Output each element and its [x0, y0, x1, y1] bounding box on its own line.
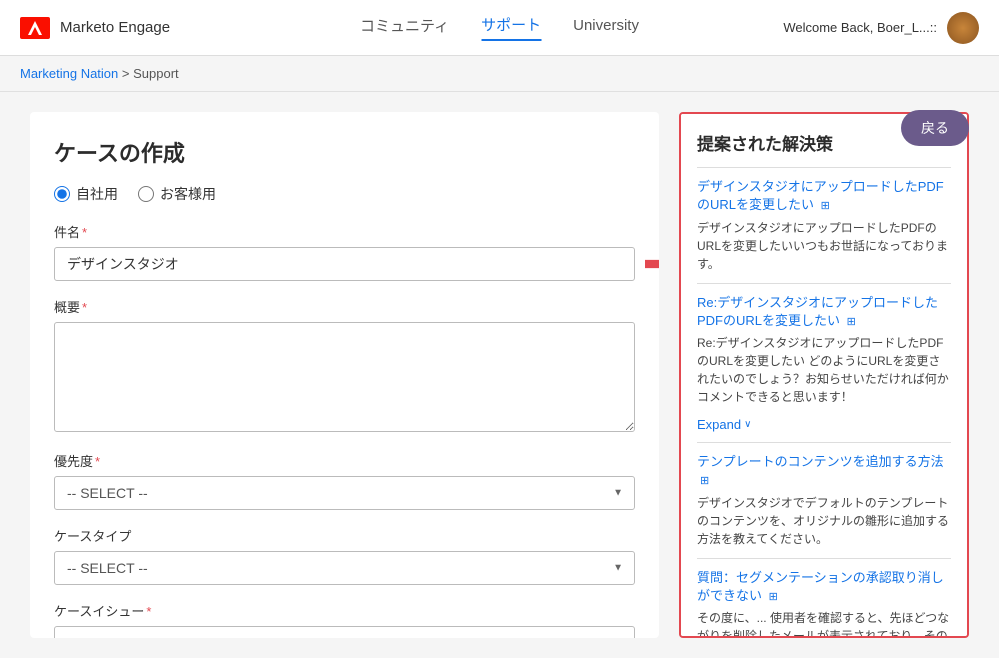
case-type-field: ケースタイプ -- SELECT -- [54, 526, 635, 585]
subject-field: 件名* [54, 222, 635, 281]
radio-self[interactable]: 自社用 [54, 184, 118, 204]
subject-input-wrapper [54, 247, 635, 281]
breadcrumb-home[interactable]: Marketing Nation [20, 66, 118, 81]
adobe-logo-icon [20, 17, 50, 39]
suggestion-item-2: Re:デザインスタジオにアップロードしたPDFのURLを変更したい ⊞ Re:デ… [697, 294, 951, 407]
case-type-select-wrapper: -- SELECT -- [54, 551, 635, 585]
header-right: Welcome Back, Boer_L...:: [783, 12, 979, 44]
breadcrumb: Marketing Nation > Support [0, 56, 999, 92]
brand-name: Marketo Engage [60, 19, 170, 36]
welcome-text: Welcome Back, Boer_L...:: [783, 20, 937, 35]
suggestions-divider-4 [697, 558, 951, 559]
nav-community[interactable]: コミュニティ [360, 15, 449, 40]
summary-field: 概要* [54, 297, 635, 435]
summary-label: 概要* [54, 297, 635, 316]
radio-customer-input[interactable] [138, 186, 154, 202]
radio-self-label: 自社用 [76, 184, 118, 204]
expand-link[interactable]: Expand ∨ [697, 417, 751, 432]
suggestion-icon-4: ⊞ [769, 591, 778, 603]
case-type-select[interactable]: -- SELECT -- [54, 551, 635, 585]
suggestion-item-4: 質問：セグメンテーションの承認取り消しができない ⊞ その度に、... 使用者を… [697, 569, 951, 638]
form-title: ケースの作成 [54, 136, 635, 168]
radio-customer-label: お客様用 [160, 184, 216, 204]
nav-university[interactable]: University [573, 17, 639, 38]
suggestions-panel: 提案された解決策 デザインスタジオにアップロードしたPDFのURLを変更したい … [679, 112, 969, 638]
suggestion-link-3[interactable]: テンプレートのコンテンツを追加する方法 ⊞ [697, 454, 944, 487]
priority-select-wrapper: -- SELECT -- [54, 476, 635, 510]
suggestion-icon-1: ⊞ [821, 200, 830, 212]
nav-support[interactable]: サポート [481, 14, 541, 41]
priority-field: 優先度* -- SELECT -- [54, 451, 635, 510]
suggestion-snippet-3: デザインスタジオでデフォルトのテンプレートのコンテンツを、オリジナルの雛形に追加… [697, 494, 951, 548]
expand-section: Expand ∨ [697, 416, 951, 432]
suggestion-icon-2: ⊞ [847, 316, 856, 328]
suggestions-divider-1 [697, 167, 951, 168]
summary-input[interactable] [54, 322, 635, 432]
suggestion-link-4[interactable]: 質問：セグメンテーションの承認取り消しができない ⊞ [697, 570, 944, 603]
radio-group: 自社用 お客様用 [54, 184, 635, 204]
header: Marketo Engage コミュニティ サポート University We… [0, 0, 999, 56]
breadcrumb-current: Support [133, 66, 179, 81]
suggestions-divider-2 [697, 283, 951, 284]
case-issue-label: ケースイシュー* [54, 601, 635, 620]
suggestion-snippet-4: その度に、... 使用者を確認すると、先ほどつながりを削除したメールが表示されて… [697, 609, 951, 638]
back-button[interactable]: 戻る [901, 110, 969, 146]
header-nav: コミュニティ サポート University [360, 14, 639, 41]
radio-customer[interactable]: お客様用 [138, 184, 216, 204]
form-panel: ケースの作成 自社用 お客様用 件名* [30, 112, 659, 638]
header-left: Marketo Engage [20, 17, 170, 39]
breadcrumb-separator: > [122, 66, 133, 81]
priority-select[interactable]: -- SELECT -- [54, 476, 635, 510]
user-avatar[interactable] [947, 12, 979, 44]
suggestions-divider-3 [697, 442, 951, 443]
radio-self-input[interactable] [54, 186, 70, 202]
suggestion-link-1[interactable]: デザインスタジオにアップロードしたPDFのURLを変更したい ⊞ [697, 179, 944, 212]
case-issue-select[interactable]: -- SELECT -- [54, 626, 635, 638]
suggestion-snippet-2: Re:デザインスタジオにアップロードしたPDFのURLを変更したい どのようにU… [697, 334, 951, 406]
suggestion-icon-3: ⊞ [700, 475, 709, 487]
case-type-label: ケースタイプ [54, 526, 635, 545]
suggestion-item-1: デザインスタジオにアップロードしたPDFのURLを変更したい ⊞ デザインスタジ… [697, 178, 951, 273]
chevron-down-icon: ∨ [744, 419, 751, 430]
subject-label: 件名* [54, 222, 635, 241]
suggestion-link-2[interactable]: Re:デザインスタジオにアップロードしたPDFのURLを変更したい ⊞ [697, 295, 938, 328]
suggestion-snippet-1: デザインスタジオにアップロードしたPDFのURLを変更したいいつもお世話になって… [697, 219, 951, 273]
subject-input[interactable] [54, 247, 635, 281]
priority-label: 優先度* [54, 451, 635, 470]
red-arrow-icon [645, 253, 659, 275]
red-arrow-annotation [645, 253, 659, 275]
suggestion-item-3: テンプレートのコンテンツを追加する方法 ⊞ デザインスタジオでデフォルトのテンプ… [697, 453, 951, 548]
case-issue-field: ケースイシュー* -- SELECT -- [54, 601, 635, 638]
main-content: ケースの作成 自社用 お客様用 件名* [0, 92, 999, 658]
case-issue-select-wrapper: -- SELECT -- [54, 626, 635, 638]
